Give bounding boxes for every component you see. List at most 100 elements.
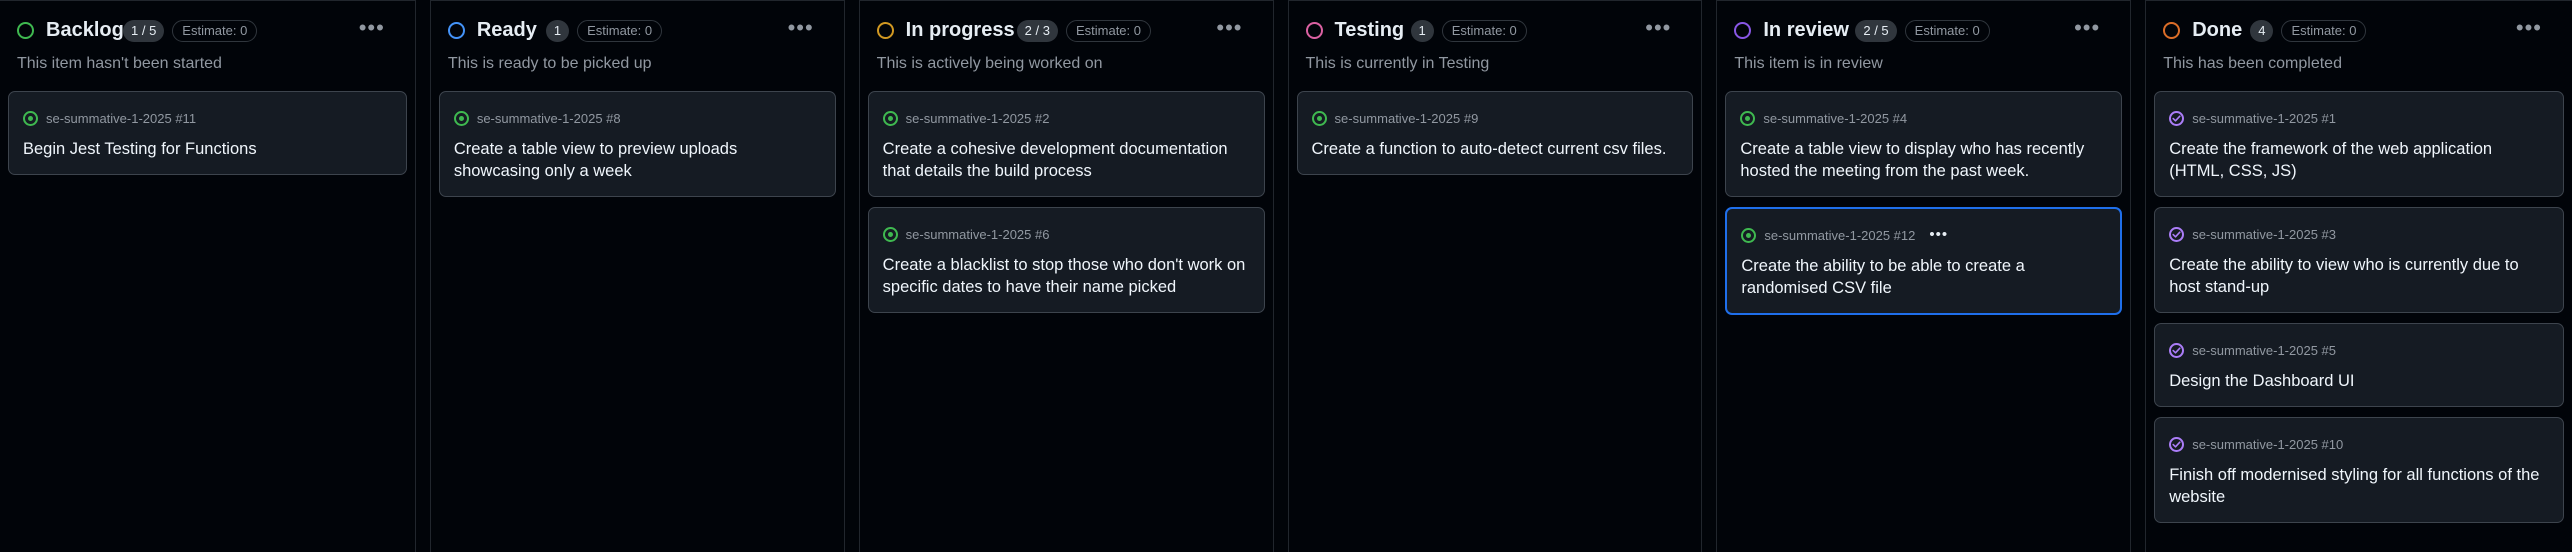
issue-closed-check-icon xyxy=(2169,226,2185,242)
column-pills: 2 / 5 Estimate: 0 xyxy=(1855,20,1990,42)
column-description: This has been completed xyxy=(2163,55,2342,72)
column-description: This is ready to be picked up xyxy=(447,55,652,72)
issue-title[interactable]: Finish off modernised styling for all fu… xyxy=(2169,464,2549,508)
issue-open-icon xyxy=(453,110,469,126)
card-meta: se-summative-1-2025 #2 xyxy=(882,109,1250,127)
card-more-options-icon[interactable]: ••• xyxy=(1929,227,1948,242)
more-horizontal-icon[interactable]: ••• xyxy=(1216,15,1242,41)
column-pills: 1 Estimate: 0 xyxy=(1410,20,1527,42)
issue-title[interactable]: Create the ability to be able to create … xyxy=(1741,255,2106,299)
issue-reference: se-summative-1-2025 #1 xyxy=(2192,110,2336,126)
issue-reference: se-summative-1-2025 #6 xyxy=(905,226,1050,242)
column-pills: 2 / 3 Estimate: 0 xyxy=(1016,20,1151,42)
column-testing: Testing 1 Estimate: 0 ••• This is curren… xyxy=(1287,0,1703,552)
issue-open-icon xyxy=(23,110,38,126)
card-meta: se-summative-1-2025 #1 xyxy=(2169,109,2549,127)
issue-open-icon xyxy=(882,110,898,126)
card-meta: se-summative-1-2025 #4 xyxy=(1740,109,2107,127)
card-meta: se-summative-1-2025 #5 xyxy=(2169,341,2549,359)
card-meta: se-summative-1-2025 #11 xyxy=(23,109,392,127)
issue-reference: se-summative-1-2025 #12 xyxy=(1764,227,1916,243)
column-pills: 1 Estimate: 0 xyxy=(545,20,663,42)
column-header: In progress 2 / 3 Estimate: 0 ••• This i… xyxy=(860,1,1273,89)
issue-card[interactable]: se-summative-1-2025 #9 Create a function… xyxy=(1296,91,1694,175)
item-count-badge: 1 / 5 xyxy=(123,20,165,42)
issue-open-icon xyxy=(1740,110,1756,126)
issue-title[interactable]: Create a blacklist to stop those who don… xyxy=(883,254,1250,298)
issue-card-selected[interactable]: se-summative-1-2025 #12 ••• Create the a… xyxy=(1725,207,2123,315)
issue-closed-check-icon xyxy=(2169,110,2185,126)
issue-title[interactable]: Create a function to auto-detect current… xyxy=(1312,138,1679,160)
estimate-badge: Estimate: 0 xyxy=(172,20,258,42)
issue-title[interactable]: Begin Jest Testing for Functions xyxy=(23,138,392,160)
column-header: Done 4 Estimate: 0 ••• This has been com… xyxy=(2146,1,2572,89)
issue-card[interactable]: se-summative-1-2025 #10 Finish off moder… xyxy=(2154,417,2564,523)
column-description: This item is in review xyxy=(1734,55,1883,72)
issue-title[interactable]: Create a table view to preview uploads s… xyxy=(454,138,821,182)
column-header: In review 2 / 5 Estimate: 0 ••• This ite… xyxy=(1717,1,2130,89)
issue-title[interactable]: Create the framework of the web applicat… xyxy=(2169,138,2549,182)
issue-card[interactable]: se-summative-1-2025 #6 Create a blacklis… xyxy=(867,207,1265,313)
card-meta: se-summative-1-2025 #6 xyxy=(882,225,1250,243)
estimate-badge: Estimate: 0 xyxy=(1441,20,1527,42)
card-list: se-summative-1-2025 #11 Begin Jest Testi… xyxy=(8,91,407,185)
issue-card[interactable]: se-summative-1-2025 #4 Create a table vi… xyxy=(1725,91,2123,197)
issue-reference: se-summative-1-2025 #5 xyxy=(2192,342,2336,358)
issue-open-icon xyxy=(1311,110,1327,126)
issue-reference: se-summative-1-2025 #11 xyxy=(46,110,197,126)
column-description: This item hasn't been started xyxy=(17,55,222,72)
column-title: In review xyxy=(1763,19,1849,41)
column-backlog: Backlog 1 / 5 Estimate: 0 ••• This item … xyxy=(0,0,416,552)
project-board: Backlog 1 / 5 Estimate: 0 ••• This item … xyxy=(0,0,2572,552)
estimate-badge: Estimate: 0 xyxy=(2281,20,2367,42)
column-title: Ready xyxy=(476,19,537,41)
estimate-badge: Estimate: 0 xyxy=(1065,20,1151,42)
issue-closed-check-icon xyxy=(2169,342,2185,358)
issue-card[interactable]: se-summative-1-2025 #11 Begin Jest Testi… xyxy=(8,91,407,175)
column-pills: 1 / 5 Estimate: 0 xyxy=(123,20,258,42)
column-title: Testing xyxy=(1334,19,1405,41)
issue-open-icon xyxy=(882,226,898,242)
more-horizontal-icon[interactable]: ••• xyxy=(2074,15,2100,41)
issue-card[interactable]: se-summative-1-2025 #3 Create the abilit… xyxy=(2154,207,2564,313)
item-count-badge: 4 xyxy=(2250,20,2274,42)
issue-card[interactable]: se-summative-1-2025 #5 Design the Dashbo… xyxy=(2154,323,2564,407)
card-meta: se-summative-1-2025 #10 xyxy=(2169,435,2549,453)
column-header: Backlog 1 / 5 Estimate: 0 ••• This item … xyxy=(0,1,415,89)
card-meta: se-summative-1-2025 #3 xyxy=(2169,225,2549,243)
issue-title[interactable]: Create a table view to display who has r… xyxy=(1740,138,2107,182)
item-count-badge: 2 / 5 xyxy=(1855,20,1897,42)
status-circle-icon xyxy=(17,22,34,39)
card-meta: se-summative-1-2025 #9 xyxy=(1311,109,1679,127)
status-circle-icon xyxy=(447,22,465,39)
column-title: Backlog xyxy=(46,19,124,41)
card-list: se-summative-1-2025 #8 Create a table vi… xyxy=(438,91,836,207)
more-horizontal-icon[interactable]: ••• xyxy=(788,15,814,41)
issue-card[interactable]: se-summative-1-2025 #1 Create the framew… xyxy=(2154,91,2564,197)
issue-card[interactable]: se-summative-1-2025 #2 Create a cohesive… xyxy=(867,91,1265,197)
card-list: se-summative-1-2025 #4 Create a table vi… xyxy=(1725,91,2123,325)
more-horizontal-icon[interactable]: ••• xyxy=(359,15,385,41)
card-list: se-summative-1-2025 #2 Create a cohesive… xyxy=(867,91,1265,323)
column-pills: 4 Estimate: 0 xyxy=(2250,20,2367,42)
status-circle-icon xyxy=(1305,22,1323,39)
item-count-badge: 1 xyxy=(545,20,570,42)
issue-title[interactable]: Create a cohesive development documentat… xyxy=(883,138,1250,182)
issue-open-icon xyxy=(1741,227,1757,243)
issue-reference: se-summative-1-2025 #10 xyxy=(2192,436,2344,452)
status-circle-icon xyxy=(1734,22,1752,39)
more-horizontal-icon[interactable]: ••• xyxy=(2516,15,2542,41)
item-count-badge: 2 / 3 xyxy=(1016,20,1058,42)
issue-title[interactable]: Design the Dashboard UI xyxy=(2169,370,2549,392)
card-meta: se-summative-1-2025 #8 xyxy=(453,109,821,127)
column-in-review: In review 2 / 5 Estimate: 0 ••• This ite… xyxy=(1716,0,2132,552)
item-count-badge: 1 xyxy=(1410,20,1434,42)
card-list: se-summative-1-2025 #9 Create a function… xyxy=(1296,91,1694,185)
more-horizontal-icon[interactable]: ••• xyxy=(1645,15,1671,41)
column-header: Testing 1 Estimate: 0 ••• This is curren… xyxy=(1289,1,1702,89)
status-circle-icon xyxy=(876,22,894,39)
issue-title[interactable]: Create the ability to view who is curren… xyxy=(2169,254,2549,298)
column-title: In progress xyxy=(905,19,1015,41)
column-title: Done xyxy=(2192,19,2243,41)
issue-card[interactable]: se-summative-1-2025 #8 Create a table vi… xyxy=(438,91,836,197)
